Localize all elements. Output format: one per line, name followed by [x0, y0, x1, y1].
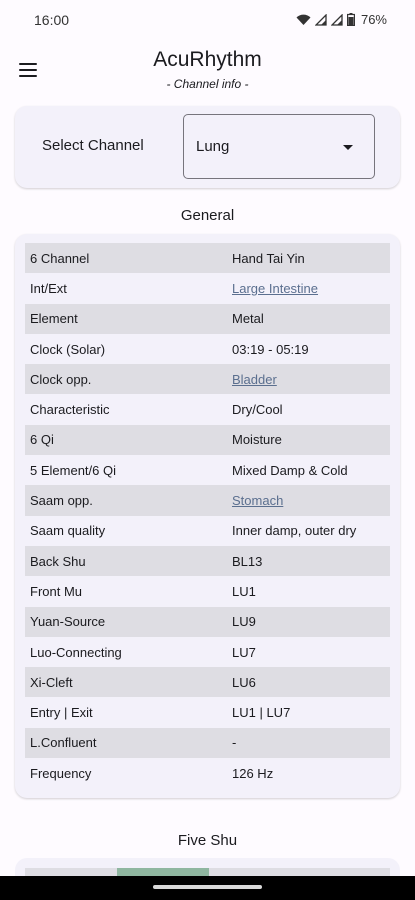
info-row: Saam opp. Stomach: [25, 485, 390, 516]
status-bar: 16:00 76%: [0, 0, 415, 40]
five-shu-section-title: Five Shu: [177, 832, 238, 849]
info-row-value: Inner damp, outer dry: [232, 523, 357, 539]
info-row-value: LU1 | LU7: [232, 705, 291, 721]
info-row-key: Element: [30, 311, 78, 327]
info-row-value: LU7: [232, 644, 256, 660]
info-row-key: Saam opp.: [30, 493, 93, 509]
general-info-table: 6 Channel Hand Tai Yin Int/Ext Large Intest…: [25, 243, 390, 788]
select-channel-label: Select Channel: [42, 137, 144, 154]
info-row: 6 Channel Hand Tai Yin: [25, 243, 390, 274]
home-handle[interactable]: [153, 885, 262, 889]
info-row-key: Entry | Exit: [30, 705, 93, 721]
signal-icon: [314, 13, 327, 26]
channel-dropdown[interactable]: Lung: [183, 114, 375, 179]
info-row-key: Xi-Cleft: [30, 674, 73, 690]
info-row-value: Moisture: [232, 432, 282, 448]
info-row-value: 03:19 - 05:19: [232, 341, 309, 357]
info-row: Yuan-Source LU9: [25, 606, 390, 637]
info-row: Entry | Exit LU1 | LU7: [25, 697, 390, 727]
info-row-value: LU6: [232, 674, 256, 690]
info-row-value: Hand Tai Yin: [232, 250, 305, 266]
info-row: Saam quality Inner damp, outer dry: [25, 516, 390, 546]
info-row: Int/Ext Large Intestine: [25, 273, 390, 303]
info-row-key: Int/Ext: [30, 280, 67, 296]
general-info-card: 6 Channel Hand Tai Yin Int/Ext Large Intest…: [15, 234, 400, 798]
info-row: Luo-Connecting LU7: [25, 637, 390, 667]
gesture-nav-bar: [0, 876, 415, 900]
info-row-key: Clock (Solar): [30, 341, 106, 357]
wifi-icon: [296, 14, 311, 25]
app-subtitle: - Channel info -: [166, 77, 249, 91]
info-row-value: -: [232, 735, 237, 751]
info-row-key: Characteristic: [30, 402, 110, 418]
info-row: Clock (Solar) 03:19 - 05:19: [25, 334, 390, 364]
info-row-key: Luo-Connecting: [30, 644, 122, 660]
info-row-key: Saam quality: [30, 523, 106, 539]
channel-select-card: Select Channel Lung: [15, 106, 400, 188]
info-row-value: LU1: [232, 583, 256, 599]
info-row-key: Front Mu: [30, 583, 83, 599]
info-row-link[interactable]: Large Intestine: [232, 281, 318, 296]
info-row-key: 6 Channel: [30, 250, 90, 266]
info-row-value: LU9: [232, 614, 256, 630]
info-row-value: Metal: [232, 311, 264, 327]
info-row-value: 126 Hz: [232, 765, 274, 781]
channel-dropdown-value: Lung: [196, 138, 230, 155]
battery-percent: 76%: [360, 12, 387, 27]
info-row: Frequency 126 Hz: [25, 758, 390, 788]
info-row-link[interactable]: Bladder: [232, 372, 277, 387]
status-icons: 76%: [296, 12, 387, 27]
info-row-value: BL13: [232, 553, 263, 569]
info-row-key: Back Shu: [30, 553, 86, 569]
dropdown-arrow-icon: [343, 145, 353, 150]
general-section-title: General: [180, 207, 235, 224]
info-row-key: Yuan-Source: [30, 614, 106, 630]
info-row: Front Mu LU1: [25, 576, 390, 606]
info-row-key: L.Confluent: [30, 735, 97, 751]
info-row: Xi-Cleft LU6: [25, 667, 390, 698]
battery-icon: [346, 13, 355, 26]
app-title: AcuRhythm: [153, 48, 262, 71]
signal-icon-2: [330, 13, 343, 26]
info-row-value: Mixed Damp & Cold: [232, 462, 348, 478]
info-row-value: Dry/Cool: [232, 402, 283, 418]
info-row: Characteristic Dry/Cool: [25, 394, 390, 424]
info-row: Element Metal: [25, 303, 390, 334]
info-row-key: Clock opp.: [30, 371, 92, 387]
info-row-key: 6 Qi: [30, 432, 54, 448]
info-row: 6 Qi Moisture: [25, 424, 390, 456]
app-bar: AcuRhythm - Channel info -: [0, 40, 415, 102]
info-row: L.Confluent -: [25, 727, 390, 759]
info-row-link[interactable]: Stomach: [232, 493, 283, 508]
info-row: Back Shu BL13: [25, 545, 390, 577]
status-time: 16:00: [34, 12, 70, 28]
info-row: Clock opp. Bladder: [25, 364, 390, 395]
info-row-key: Frequency: [30, 765, 92, 781]
info-row-key: 5 Element/6 Qi: [30, 462, 116, 478]
info-row: 5 Element/6 Qi Mixed Damp & Cold: [25, 455, 390, 485]
